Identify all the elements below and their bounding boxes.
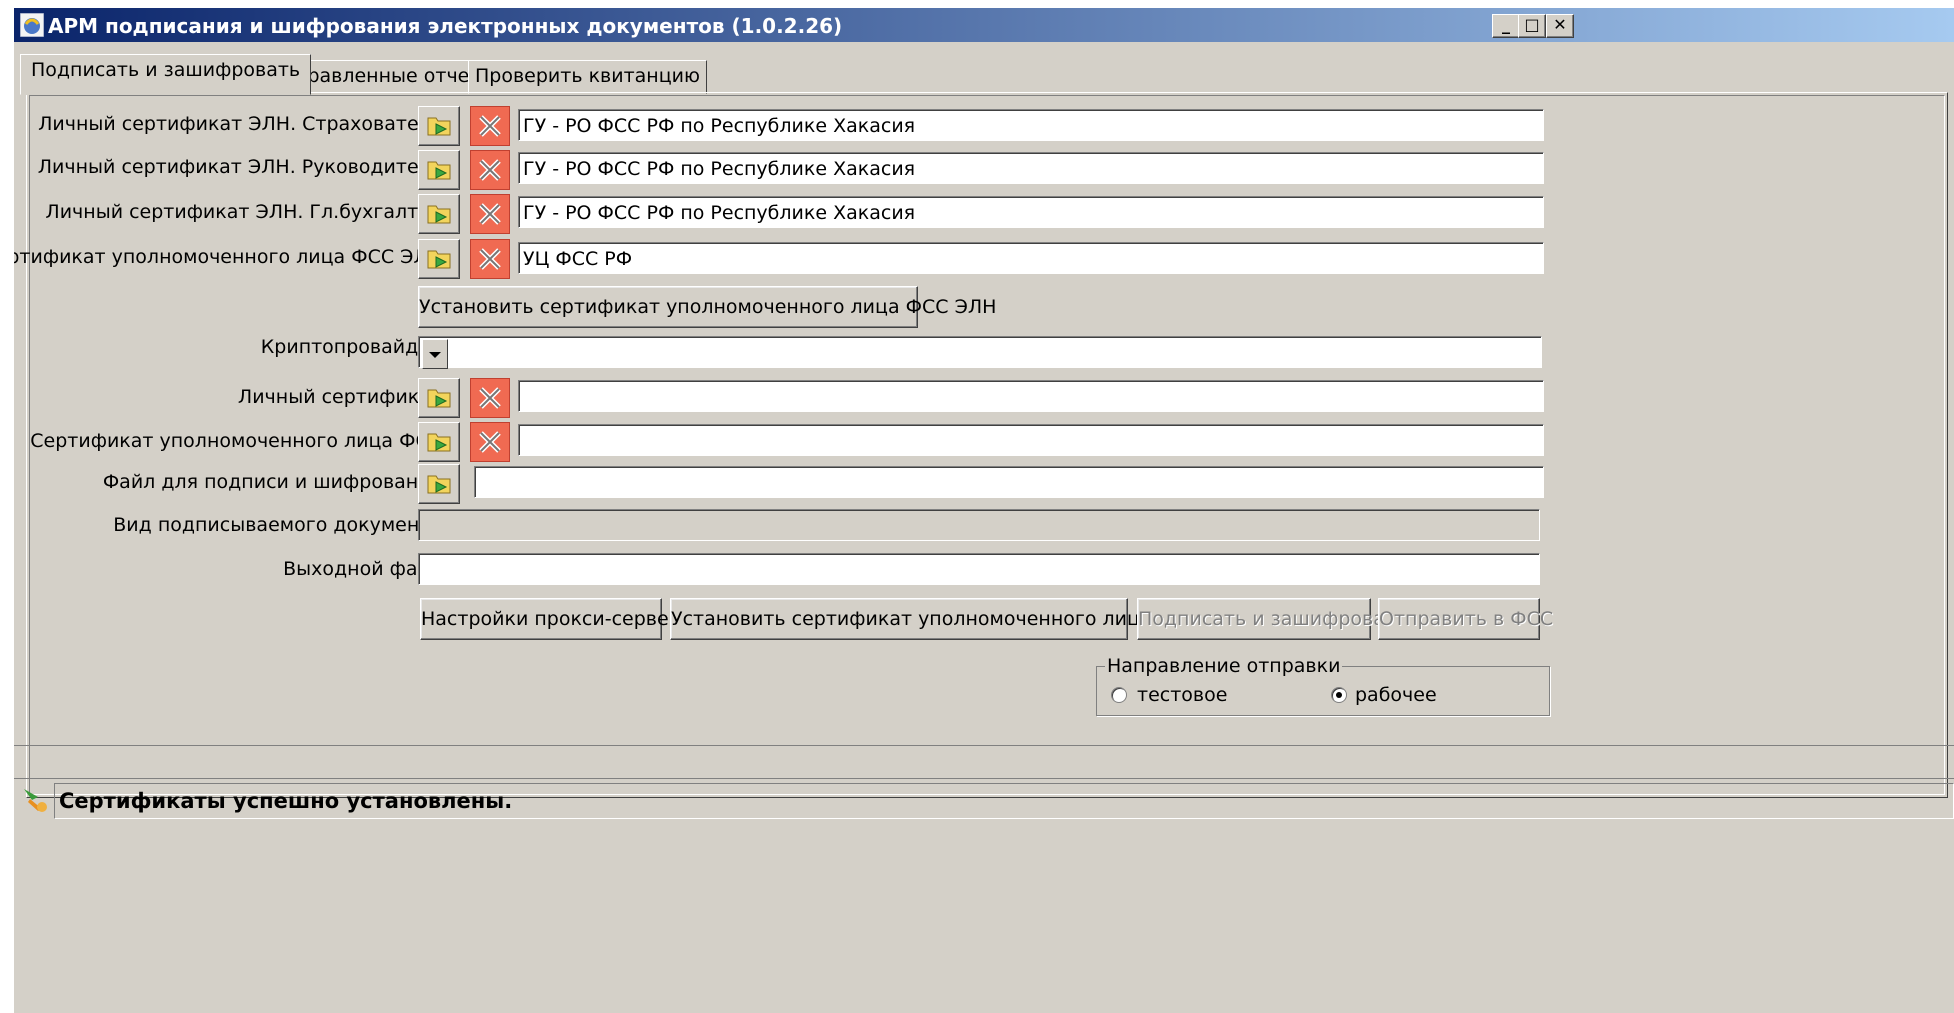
maximize-button[interactable]: □ xyxy=(1518,14,1546,38)
file-to-sign-label: Файл для подписи и шифрования xyxy=(102,471,442,493)
cert-accountant-open-button[interactable] xyxy=(418,194,460,234)
folder-open-icon xyxy=(427,389,451,408)
cert-fss-eln-open-button[interactable] xyxy=(418,239,460,279)
proxy-settings-button[interactable]: Настройки прокси-сервера xyxy=(420,598,692,640)
cert-insurer-field[interactable]: ГУ - РО ФСС РФ по Республике Хакасия xyxy=(518,109,1544,141)
radio-test[interactable] xyxy=(1111,687,1127,703)
cert-director-clear-button[interactable] xyxy=(470,150,510,190)
cert-fss-label: Сертификат уполномоченного лица ФСС xyxy=(30,430,442,452)
tab-check-receipt[interactable]: Проверить квитанцию xyxy=(468,60,708,94)
crypto-provider-label: Криптопровайдер xyxy=(260,336,442,358)
sign-encrypt-button[interactable]: Подписать и зашифровать xyxy=(1137,598,1407,640)
folder-open-icon xyxy=(427,250,451,269)
personal-cert-open-button[interactable] xyxy=(418,378,460,418)
install-fss-eln-cert-button[interactable]: Установить сертификат уполномоченного ли… xyxy=(418,286,996,328)
install-fss-cert-button[interactable]: Установить сертификат уполномоченного ли… xyxy=(670,598,1201,640)
cert-director-field[interactable]: ГУ - РО ФСС РФ по Республике Хакасия xyxy=(518,152,1544,184)
direction-title: Направление отправки xyxy=(1105,655,1343,677)
clear-x-icon xyxy=(479,387,501,409)
file-to-sign-field[interactable] xyxy=(474,466,1544,498)
status-message-box: Сертификаты успешно установлены. xyxy=(54,783,1954,819)
direction-groupbox: Направление отправки тестовое рабочее xyxy=(1096,655,1550,716)
folder-open-icon xyxy=(427,205,451,224)
send-to-fss-button[interactable]: Отправить в ФСС xyxy=(1378,598,1553,640)
clear-x-icon xyxy=(479,159,501,181)
status-bar: Сертификаты успешно установлены. xyxy=(14,778,1954,819)
clear-x-icon xyxy=(479,248,501,270)
folder-open-icon xyxy=(427,433,451,452)
cert-accountant-label: Личный сертификат ЭЛН. Гл.бухгалтер xyxy=(45,201,442,223)
file-to-sign-open-button[interactable] xyxy=(418,464,460,504)
status-icon xyxy=(24,789,47,812)
cert-fss-open-button[interactable] xyxy=(418,422,460,462)
folder-open-icon xyxy=(427,161,451,180)
tab-sign-encrypt[interactable]: Подписать и зашифровать xyxy=(20,54,312,95)
cert-fss-eln-clear-button[interactable] xyxy=(470,239,510,279)
window-title: АРМ подписания и шифрования электронных … xyxy=(48,14,843,38)
clear-x-icon xyxy=(479,431,501,453)
radio-production[interactable] xyxy=(1331,687,1347,703)
document-type-field xyxy=(418,509,1540,541)
cert-accountant-field[interactable]: ГУ - РО ФСС РФ по Республике Хакасия xyxy=(518,196,1544,228)
close-button[interactable]: ✕ xyxy=(1546,14,1574,38)
cert-insurer-open-button[interactable] xyxy=(418,106,460,146)
title-bar: АРМ подписания и шифрования электронных … xyxy=(14,8,1954,42)
chevron-down-icon[interactable] xyxy=(422,339,448,369)
cert-fss-eln-label: Сертификат уполномоченного лица ФСС ЭЛН xyxy=(14,246,442,268)
personal-cert-label: Личный сертификат xyxy=(237,386,442,408)
cert-insurer-label: Личный сертификат ЭЛН. Страхователь xyxy=(38,113,442,135)
radio-test-label[interactable]: тестовое xyxy=(1137,684,1227,706)
status-bar-top xyxy=(14,745,1954,776)
folder-open-icon xyxy=(427,117,451,136)
clear-x-icon xyxy=(479,203,501,225)
cert-fss-field[interactable] xyxy=(518,424,1544,456)
minimize-button[interactable]: _ xyxy=(1492,14,1520,38)
cert-director-open-button[interactable] xyxy=(418,150,460,190)
status-message: Сертификаты успешно установлены. xyxy=(59,789,513,813)
crypto-provider-select[interactable] xyxy=(418,336,1542,368)
app-icon xyxy=(20,13,44,37)
personal-cert-clear-button[interactable] xyxy=(470,378,510,418)
clear-x-icon xyxy=(479,115,501,137)
cert-accountant-clear-button[interactable] xyxy=(470,194,510,234)
cert-fss-eln-field[interactable]: УЦ ФСС РФ xyxy=(518,242,1544,274)
cert-insurer-clear-button[interactable] xyxy=(470,106,510,146)
cert-fss-clear-button[interactable] xyxy=(470,422,510,462)
app-window: АРМ подписания и шифрования электронных … xyxy=(14,8,1954,1013)
output-file-field[interactable] xyxy=(418,553,1540,585)
folder-open-icon xyxy=(427,475,451,494)
cert-director-label: Личный сертификат ЭЛН. Руководитель xyxy=(37,156,442,178)
document-type-label: Вид подписываемого документа xyxy=(113,514,442,536)
radio-production-label[interactable]: рабочее xyxy=(1355,684,1437,706)
personal-cert-field[interactable] xyxy=(518,380,1544,412)
